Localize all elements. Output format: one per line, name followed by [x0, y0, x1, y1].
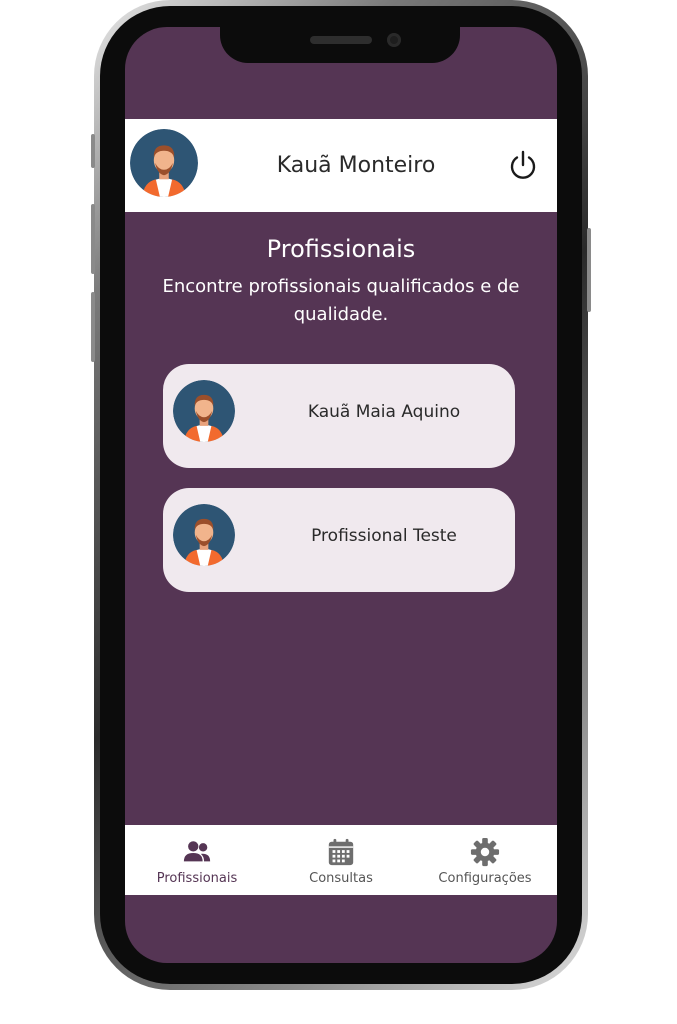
nav-item-consultas[interactable]: Consultas	[269, 825, 413, 895]
nav-item-configuracoes[interactable]: Configurações	[413, 825, 557, 895]
front-camera	[387, 33, 401, 47]
page-subtitle: Encontre profissionais qualificados e de…	[162, 276, 520, 325]
phone-frame: Kauã Monteiro Profissionais Encontre pro…	[91, 0, 591, 1000]
professional-name: Kauã Maia Aquino	[307, 402, 461, 422]
professional-name: Profissional Teste	[311, 526, 457, 546]
volume-down-button	[91, 292, 95, 362]
app-screen: Kauã Monteiro Profissionais Encontre pro…	[125, 27, 557, 963]
power-side-button	[587, 228, 591, 312]
bottom-navigation: Profissionais Consultas Configurações	[125, 825, 557, 895]
nav-label: Profissionais	[156, 871, 238, 886]
user-avatar-icon	[173, 380, 235, 442]
app-header: Kauã Monteiro	[125, 119, 557, 212]
user-avatar-icon	[173, 504, 235, 566]
page-title: Profissionais	[266, 235, 416, 263]
professional-avatar	[173, 504, 235, 566]
phone-notch	[220, 27, 460, 63]
professional-avatar	[173, 380, 235, 442]
calendar-icon	[328, 838, 354, 866]
nav-label: Consultas	[309, 871, 373, 886]
gear-icon	[470, 837, 500, 867]
professional-card[interactable]: Profissional Teste	[163, 488, 515, 592]
mute-switch	[91, 134, 95, 168]
user-avatar[interactable]	[130, 129, 198, 197]
nav-item-profissionais[interactable]: Profissionais	[125, 825, 269, 895]
user-avatar-icon	[130, 129, 198, 197]
power-icon[interactable]	[507, 149, 539, 181]
earpiece-speaker	[310, 36, 372, 44]
volume-up-button	[91, 204, 95, 274]
professional-card[interactable]: Kauã Maia Aquino	[163, 364, 515, 468]
users-icon	[183, 841, 211, 862]
user-name: Kauã Monteiro	[276, 153, 436, 178]
nav-label: Configurações	[438, 871, 532, 886]
